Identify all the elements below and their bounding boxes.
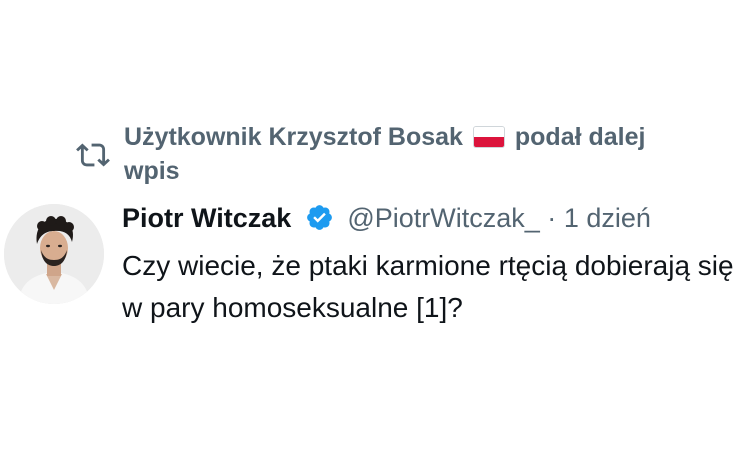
retweet-label[interactable]: Użytkownik Krzysztof Bosak podał dalej w… [124, 120, 696, 188]
retweet-icon [76, 143, 110, 167]
avatar-image [4, 204, 104, 304]
verified-badge-icon[interactable] [305, 203, 334, 232]
author-name[interactable]: Piotr Witczak [122, 203, 291, 233]
tweet-header: Piotr Witczak @PiotrWitczak_ · 1 dzień [122, 200, 651, 236]
separator-dot: · [547, 203, 557, 233]
retweet-context[interactable]: Użytkownik Krzysztof Bosak podał dalej w… [76, 120, 696, 188]
retweet-user-text: Użytkownik Krzysztof Bosak [124, 123, 463, 151]
tweet-text: Czy wiecie, że ptaki karmione rtęcią dob… [122, 250, 734, 323]
author-handle[interactable]: @PiotrWitczak_ [347, 203, 539, 233]
poland-flag-icon [473, 127, 504, 147]
tweet-timestamp[interactable]: 1 dzień [564, 203, 651, 233]
avatar[interactable] [4, 204, 104, 304]
